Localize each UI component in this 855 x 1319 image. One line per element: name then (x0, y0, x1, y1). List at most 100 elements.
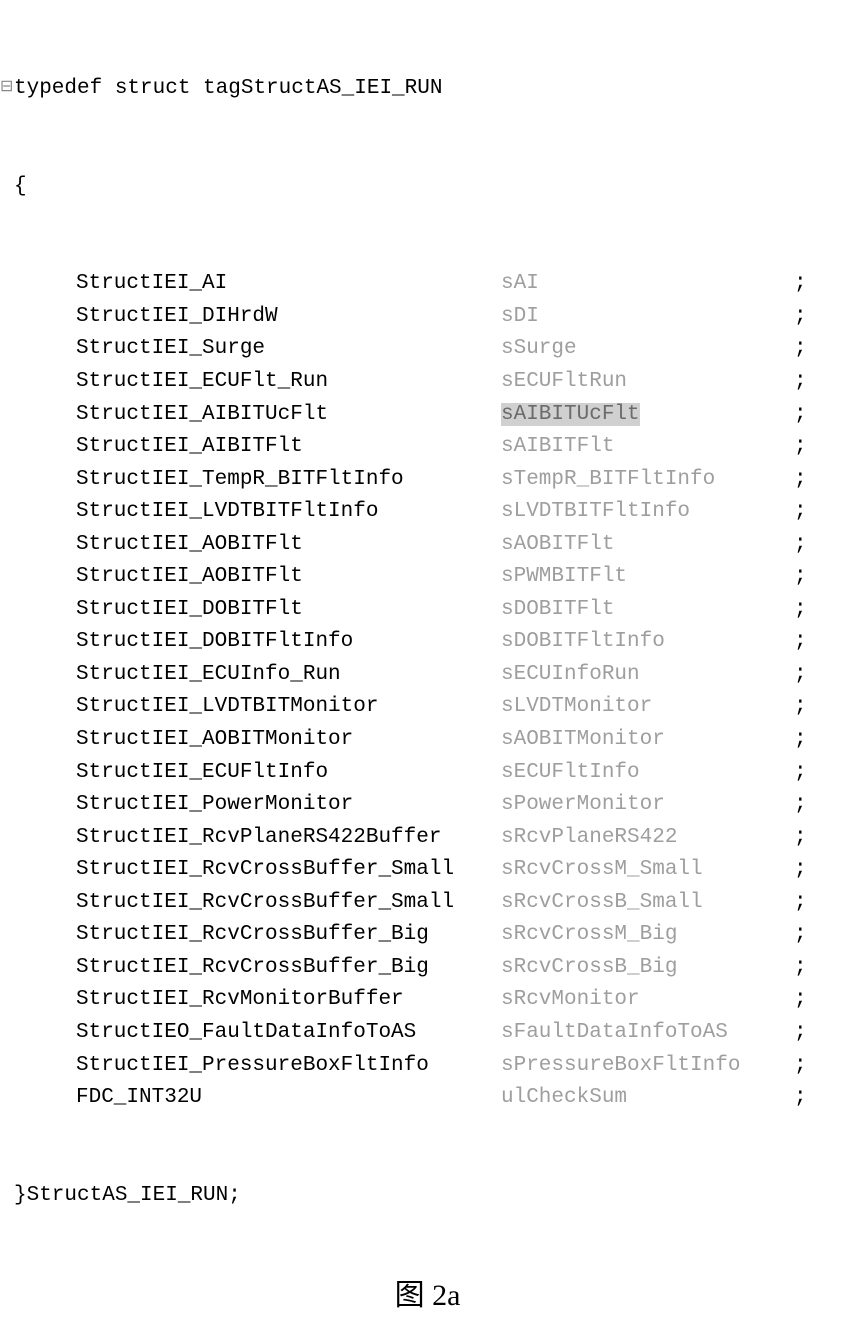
gutter-space (0, 693, 14, 718)
field-name: sPowerMonitor (501, 789, 794, 822)
semicolon: ; (794, 691, 807, 724)
semicolon: ; (794, 659, 807, 692)
semicolon: ; (794, 626, 807, 659)
gutter-space (0, 954, 14, 979)
semicolon: ; (794, 887, 807, 920)
gutter-space (0, 1182, 14, 1207)
field-line: StructIEI_ECUFltInfosECUFltInfo; (0, 757, 855, 790)
field-line: StructIEI_AOBITFltsAOBITFlt; (0, 529, 855, 562)
field-type: StructIEI_ECUInfo_Run (76, 659, 501, 692)
semicolon: ; (794, 724, 807, 757)
field-line: StructIEI_AIBITUcFltsAIBITUcFlt; (0, 399, 855, 432)
field-line: StructIEI_DIHrdWsDI; (0, 301, 855, 334)
semicolon: ; (794, 399, 807, 432)
field-line: StructIEI_RcvCrossBuffer_BigsRcvCrossM_B… (0, 919, 855, 952)
gutter-space (0, 596, 14, 621)
field-name: sECUFltInfo (501, 757, 794, 790)
field-line: StructIEI_TempR_BITFltInfosTempR_BITFltI… (0, 464, 855, 497)
field-name: sTempR_BITFltInfo (501, 464, 794, 497)
gutter-space (0, 466, 14, 491)
gutter-space (0, 824, 14, 849)
open-brace-line: { (0, 171, 855, 204)
gutter-space (0, 1019, 14, 1044)
field-type: StructIEI_RcvPlaneRS422Buffer (76, 822, 501, 855)
field-type: StructIEI_AOBITFlt (76, 561, 501, 594)
field-name: sRcvMonitor (501, 984, 794, 1017)
field-type: StructIEI_RcvCrossBuffer_Small (76, 854, 501, 887)
field-line: StructIEI_PowerMonitorsPowerMonitor; (0, 789, 855, 822)
gutter-space (0, 531, 14, 556)
field-type: StructIEI_RcvCrossBuffer_Big (76, 919, 501, 952)
field-line: StructIEI_LVDTBITFltInfosLVDTBITFltInfo; (0, 496, 855, 529)
field-line: StructIEI_RcvPlaneRS422BuffersRcvPlaneRS… (0, 822, 855, 855)
field-type: StructIEI_AIBITUcFlt (76, 399, 501, 432)
field-line: StructIEI_RcvMonitorBuffersRcvMonitor; (0, 984, 855, 1017)
semicolon: ; (794, 366, 807, 399)
field-name: sLVDTMonitor (501, 691, 794, 724)
gutter-space (0, 335, 14, 360)
field-line: StructIEI_PressureBoxFltInfosPressureBox… (0, 1050, 855, 1083)
typedef-line: ⊟ typedef struct tagStructAS_IEI_RUN (0, 73, 855, 106)
field-name: ulCheckSum (501, 1082, 794, 1115)
fields-container: StructIEI_AIsAI; StructIEI_DIHrdWsDI; St… (0, 268, 855, 1114)
field-name: sRcvCrossM_Small (501, 854, 794, 887)
semicolon: ; (794, 952, 807, 985)
field-type: StructIEI_DOBITFlt (76, 594, 501, 627)
field-name: sAIBITFlt (501, 431, 794, 464)
field-line: StructIEI_RcvCrossBuffer_SmallsRcvCrossB… (0, 887, 855, 920)
field-line: StructIEI_ECUFlt_RunsECUFltRun; (0, 366, 855, 399)
gutter-space (0, 628, 14, 653)
semicolon: ; (794, 561, 807, 594)
field-line: StructIEI_AOBITFltsPWMBITFlt; (0, 561, 855, 594)
field-type: StructIEI_RcvCrossBuffer_Big (76, 952, 501, 985)
field-name: sFaultDataInfoToAS (501, 1017, 794, 1050)
gutter-space (0, 401, 14, 426)
field-name: sDOBITFlt (501, 594, 794, 627)
field-type: FDC_INT32U (76, 1082, 501, 1115)
field-type: StructIEI_AIBITFlt (76, 431, 501, 464)
field-type: StructIEI_AOBITMonitor (76, 724, 501, 757)
field-type: StructIEI_LVDTBITMonitor (76, 691, 501, 724)
field-type: StructIEI_DOBITFltInfo (76, 626, 501, 659)
semicolon: ; (794, 822, 807, 855)
field-type: StructIEI_TempR_BITFltInfo (76, 464, 501, 497)
gutter-space (0, 498, 14, 523)
open-brace: { (14, 171, 27, 204)
field-name: sPWMBITFlt (501, 561, 794, 594)
field-type: StructIEO_FaultDataInfoToAS (76, 1017, 501, 1050)
field-line: StructIEI_ECUInfo_RunsECUInfoRun; (0, 659, 855, 692)
gutter-space (0, 986, 14, 1011)
gutter-space (0, 270, 14, 295)
highlighted-field-name: sAIBITUcFlt (501, 403, 640, 426)
field-type: StructIEI_DIHrdW (76, 301, 501, 334)
gutter-space (0, 1084, 14, 1109)
gutter-space (0, 368, 14, 393)
semicolon: ; (794, 431, 807, 464)
semicolon: ; (794, 268, 807, 301)
field-name: sRcvCrossM_Big (501, 919, 794, 952)
gutter-space (0, 889, 14, 914)
field-line: StructIEI_RcvCrossBuffer_SmallsRcvCrossM… (0, 854, 855, 887)
field-line: StructIEI_LVDTBITMonitorsLVDTMonitor; (0, 691, 855, 724)
semicolon: ; (794, 854, 807, 887)
field-line: FDC_INT32UulCheckSum; (0, 1082, 855, 1115)
gutter-space (0, 759, 14, 784)
field-name: sPressureBoxFltInfo (501, 1050, 794, 1083)
field-name: sSurge (501, 333, 794, 366)
semicolon: ; (794, 757, 807, 790)
collapse-icon[interactable]: ⊟ (0, 75, 14, 100)
field-line: StructIEI_AIBITFltsAIBITFlt; (0, 431, 855, 464)
field-name: sRcvCrossB_Big (501, 952, 794, 985)
field-name: sECUInfoRun (501, 659, 794, 692)
field-type: StructIEI_PowerMonitor (76, 789, 501, 822)
field-name: sRcvCrossB_Small (501, 887, 794, 920)
semicolon: ; (794, 1017, 807, 1050)
field-name: sDOBITFltInfo (501, 626, 794, 659)
semicolon: ; (794, 789, 807, 822)
field-line: StructIEI_AIsAI; (0, 268, 855, 301)
field-type: StructIEI_PressureBoxFltInfo (76, 1050, 501, 1083)
semicolon: ; (794, 594, 807, 627)
semicolon: ; (794, 301, 807, 334)
gutter-space (0, 173, 14, 198)
gutter-space (0, 433, 14, 458)
